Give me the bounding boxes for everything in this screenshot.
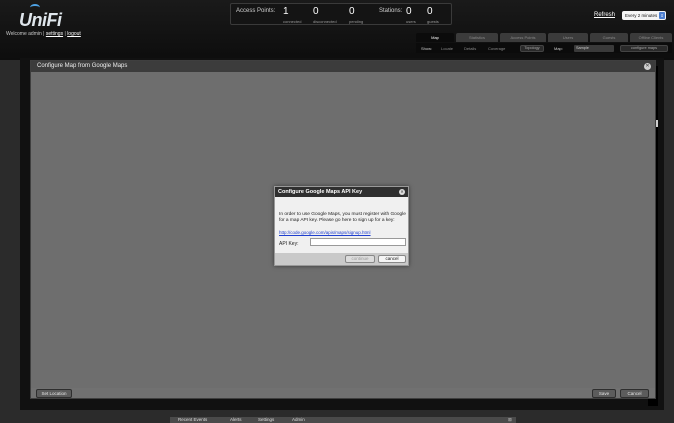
pending-label: pending bbox=[349, 19, 364, 24]
dialog-cancel-button[interactable]: cancel bbox=[378, 255, 406, 263]
connected-value: 1 bbox=[283, 6, 289, 17]
toggle-coverage[interactable]: Coverage bbox=[488, 46, 505, 51]
api-key-input[interactable] bbox=[310, 238, 406, 246]
dialog-close-icon[interactable]: ✕ bbox=[399, 189, 405, 195]
google-signup-link[interactable]: http://code.google.com/apis/maps/signup.… bbox=[279, 230, 371, 235]
bottom-tab-bar: Recent Events Alerts Settings Admin ⊠ bbox=[170, 417, 516, 423]
panel-title: Configure Map from Google Maps bbox=[37, 63, 128, 69]
map-select[interactable]: Sample bbox=[574, 45, 614, 52]
welcome-text: Welcome admin bbox=[6, 31, 42, 37]
tab-admin[interactable]: Admin bbox=[292, 417, 305, 423]
save-button[interactable]: Save bbox=[592, 389, 616, 398]
settings-link[interactable]: settings bbox=[46, 31, 63, 37]
tab-offline-clients[interactable]: Offline Clients bbox=[630, 33, 672, 42]
tab-guests[interactable]: Guests bbox=[590, 33, 628, 42]
map-toolbar: Show: Locate Details Coverage Topology M… bbox=[416, 43, 672, 53]
unifi-logo: UniFi bbox=[19, 10, 62, 30]
map-label: Map: bbox=[554, 46, 563, 51]
tab-bottom-settings[interactable]: Settings bbox=[258, 417, 274, 423]
tab-access-points[interactable]: Access Points bbox=[500, 33, 546, 42]
guests-value: 0 bbox=[427, 6, 433, 17]
close-icon[interactable]: ✕ bbox=[644, 63, 651, 70]
cancel-button[interactable]: Cancel bbox=[620, 389, 649, 398]
toggle-details[interactable]: Details bbox=[464, 46, 476, 51]
refresh-link[interactable]: Refresh bbox=[594, 12, 615, 18]
disconnected-value: 0 bbox=[313, 6, 319, 17]
users-value: 0 bbox=[406, 6, 412, 17]
tab-statistics[interactable]: Statistics bbox=[456, 33, 498, 42]
show-label: Show: bbox=[421, 46, 433, 51]
pending-value: 0 bbox=[349, 6, 355, 17]
stations-label: Stations: bbox=[379, 8, 403, 14]
configure-maps-button[interactable]: configure maps bbox=[620, 45, 668, 52]
chevron-updown-icon: ⇕ bbox=[659, 12, 665, 19]
access-points-label: Access Points: bbox=[236, 8, 276, 14]
guests-label: guests bbox=[427, 19, 439, 24]
tab-alerts[interactable]: Alerts bbox=[230, 417, 242, 423]
continue-button[interactable]: continue bbox=[345, 255, 375, 263]
dialog-title-bar: Configure Google Maps API Key ✕ bbox=[275, 187, 408, 197]
top-header: UniFi Welcome admin | settings | logout … bbox=[0, 0, 674, 60]
topology-button[interactable]: Topology bbox=[520, 45, 544, 52]
toggle-locate[interactable]: Locate bbox=[441, 46, 453, 51]
connected-label: connected bbox=[283, 19, 302, 24]
tab-map[interactable]: Map bbox=[416, 33, 454, 42]
refresh-select[interactable]: Every 2 minutes ⇕ bbox=[622, 11, 666, 20]
welcome-line: Welcome admin | settings | logout bbox=[6, 31, 81, 37]
tab-users[interactable]: Users bbox=[548, 33, 588, 42]
tab-recent-events[interactable]: Recent Events bbox=[178, 417, 207, 423]
disconnected-label: disconnected bbox=[313, 19, 337, 24]
logout-link[interactable]: logout bbox=[67, 31, 81, 37]
dialog-title: Configure Google Maps API Key bbox=[278, 189, 363, 195]
users-label: users bbox=[406, 19, 416, 24]
panel-title-bar: Configure Map from Google Maps ✕ bbox=[31, 61, 655, 72]
set-location-button[interactable]: Set Location bbox=[36, 389, 72, 398]
api-key-dialog: Configure Google Maps API Key ✕ In order… bbox=[274, 186, 409, 266]
dialog-body-text: In order to use Google Maps, you must re… bbox=[279, 212, 406, 223]
api-key-label: API Key: bbox=[279, 241, 299, 247]
stats-box: Access Points: 1 connected 0 disconnecte… bbox=[230, 3, 452, 25]
expand-icon[interactable]: ⊠ bbox=[508, 417, 512, 423]
